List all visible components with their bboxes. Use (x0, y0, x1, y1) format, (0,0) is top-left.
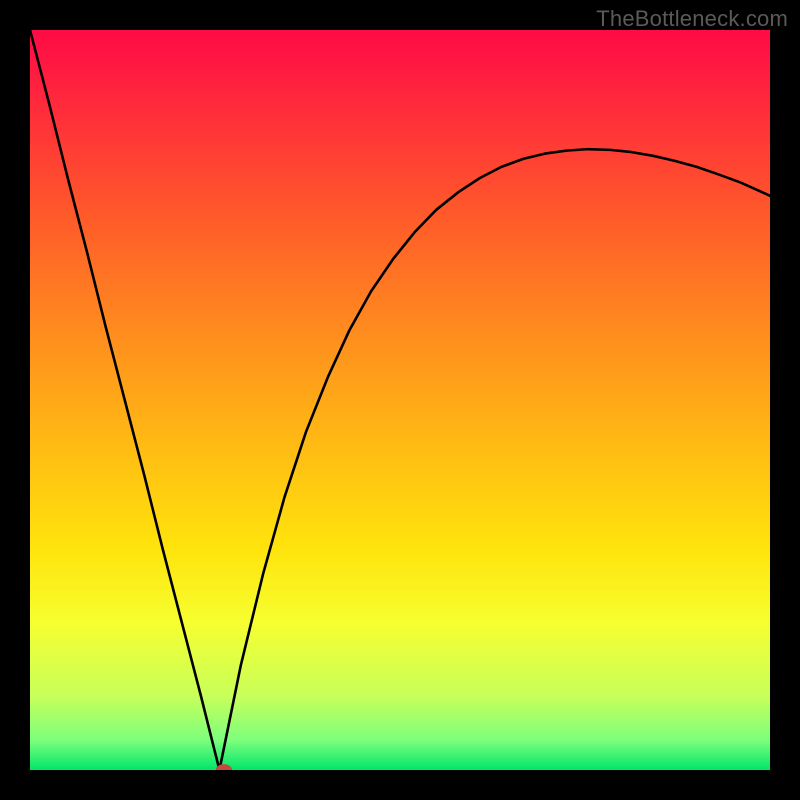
chart-svg (30, 30, 770, 770)
bottleneck-curve (30, 30, 770, 770)
plot-frame (30, 30, 770, 770)
watermark-text: TheBottleneck.com (596, 6, 788, 32)
